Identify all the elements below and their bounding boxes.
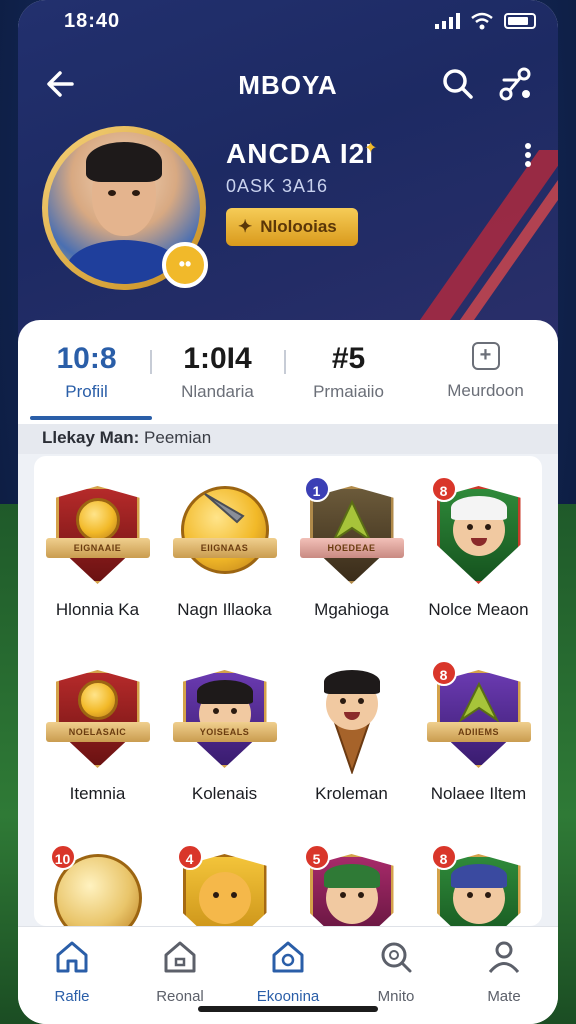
app-screen: 18:40 MBOYA •• ANCDA I2I ✦ 0ASK 3A16 ✦ N… <box>18 0 558 1024</box>
character-icon <box>198 872 251 924</box>
grid-item[interactable]: YOISEALS Kolenais <box>161 664 288 804</box>
grid-item[interactable]: 8 Nolce Meaon <box>415 476 542 620</box>
item-label: Kroleman <box>315 784 388 803</box>
divider <box>150 350 152 374</box>
count-badge: 8 <box>430 476 457 502</box>
person-icon <box>488 941 520 973</box>
status-icons <box>435 12 536 30</box>
nav-label: Mnito <box>377 988 415 1005</box>
player-icon: ✦ <box>238 217 253 236</box>
home-icon <box>56 941 88 973</box>
stat-label: Nlandaria <box>181 382 254 401</box>
nav-label: Ekoonina <box>256 988 320 1005</box>
item-label: Nolaee Iltem <box>430 784 527 803</box>
section-subtitle: Peemian <box>144 428 212 447</box>
nav-label: Rafle <box>54 988 90 1005</box>
status-time: 18:40 <box>64 10 121 32</box>
arrowhead-icon <box>457 681 500 723</box>
count-badge: 8 <box>430 844 457 870</box>
grid-item[interactable]: Kroleman <box>288 664 415 804</box>
sparkle-icon: ✦ <box>364 140 378 157</box>
tab-profile[interactable]: 10:8 Profiil <box>24 342 149 402</box>
search-icon <box>381 942 412 973</box>
username: ANCDA I2I <box>226 138 374 169</box>
grid-item[interactable]: 8 <box>415 844 542 926</box>
count-badge: 5 <box>303 844 330 870</box>
grid-item[interactable]: 10 <box>34 844 161 926</box>
nav-item-reonal[interactable]: Reonal <box>126 939 234 1005</box>
item-ribbon: EIIGNAAS <box>172 538 277 558</box>
sword-icon <box>203 493 245 524</box>
count-badge: 1 <box>303 476 330 502</box>
grid-item[interactable]: EIIGNAAS Nagn Illaoka <box>161 480 288 620</box>
more-options-button[interactable] <box>518 140 538 170</box>
battery-icon <box>504 13 536 29</box>
item-ribbon: EIGNAAIE <box>45 538 150 558</box>
stat-value: 10:8 <box>56 342 117 375</box>
items-grid: EIGNAAIE Hlonnia Ka EIIGNAAS Nagn Illaok… <box>34 456 542 926</box>
grid-item[interactable]: 5 <box>288 844 415 926</box>
level-badge[interactable]: ✦ Nlolooias <box>226 208 358 246</box>
nav-item-home[interactable]: Rafle <box>18 939 126 1005</box>
grid-item[interactable]: ADIIEMS 8 Nolaee Iltem <box>415 660 542 804</box>
add-box-icon <box>471 342 500 370</box>
top-bar: MBOYA <box>18 58 558 108</box>
stats-tabs: 10:8 Profiil 1:0I4 Nlandaria #5 Prmaiaii… <box>18 320 558 424</box>
share-icon <box>499 67 531 101</box>
item-label: Itemnia <box>69 784 126 803</box>
house-icon <box>164 941 196 973</box>
status-bar: 18:40 <box>18 0 558 44</box>
search-button[interactable] <box>438 64 478 104</box>
profile-header: 18:40 MBOYA •• ANCDA I2I ✦ 0ASK 3A16 ✦ N… <box>18 0 558 345</box>
stat-label: Prmaiaiio <box>313 382 384 401</box>
item-label: Nagn Illaoka <box>177 600 272 619</box>
count-badge: 4 <box>176 844 203 870</box>
item-label: Kolenais <box>191 784 258 803</box>
tab-stat-2[interactable]: 1:0I4 Nlandaria <box>155 342 280 402</box>
nav-item-mate[interactable]: Mate <box>450 939 558 1005</box>
user-subtitle: 0ASK 3A16 <box>226 176 329 196</box>
grid-item[interactable]: EIGNAAIE Hlonnia Ka <box>34 480 161 620</box>
grid-item[interactable]: HOEDEAE 1 Mgahioga <box>288 476 415 620</box>
section-header: Llekay Man: Peemian <box>18 424 558 454</box>
item-label: Mgahioga <box>314 600 389 619</box>
item-ribbon: NOELASAIC <box>45 722 150 742</box>
item-ribbon: HOEDEAE <box>299 538 404 558</box>
decor-stripe <box>356 150 558 345</box>
stat-label: Meurdoon <box>447 381 524 400</box>
count-badge: 8 <box>430 660 457 686</box>
online-badge: •• <box>162 242 208 288</box>
search-icon <box>443 69 473 99</box>
level-badge-label: Nlolooias <box>260 217 337 236</box>
nav-item-mnito[interactable]: Mnito <box>342 939 450 1005</box>
item-ribbon: ADIIEMS <box>426 722 531 742</box>
signal-icon <box>435 13 460 29</box>
grid-item[interactable]: NOELASAIC Itemnia <box>34 664 161 804</box>
stat-value: #5 <box>331 342 366 375</box>
item-label: Nolce Meaon <box>428 600 529 619</box>
stat-label: Profiil <box>65 382 108 401</box>
active-tab-indicator <box>30 416 152 420</box>
nav-label: Mate <box>487 988 521 1005</box>
section-title: Llekay Man: <box>42 428 140 447</box>
item-label: Hlonnia Ka <box>55 600 140 619</box>
nav-item-ekoonina[interactable]: Ekoonina <box>234 939 342 1005</box>
grid-item[interactable]: 4 <box>161 844 288 926</box>
share-button[interactable] <box>496 64 536 104</box>
nav-label: Reonal <box>156 988 204 1005</box>
stat-value: 1:0I4 <box>183 342 252 375</box>
wifi-icon <box>471 12 493 30</box>
tab-more[interactable]: Meurdoon <box>423 338 548 401</box>
badge-icon <box>272 941 304 973</box>
more-icon <box>525 143 531 149</box>
count-badge: 10 <box>49 844 76 870</box>
home-indicator <box>198 1006 378 1012</box>
tab-rank[interactable]: #5 Prmaiaiio <box>286 342 411 402</box>
item-ribbon: YOISEALS <box>172 722 277 742</box>
